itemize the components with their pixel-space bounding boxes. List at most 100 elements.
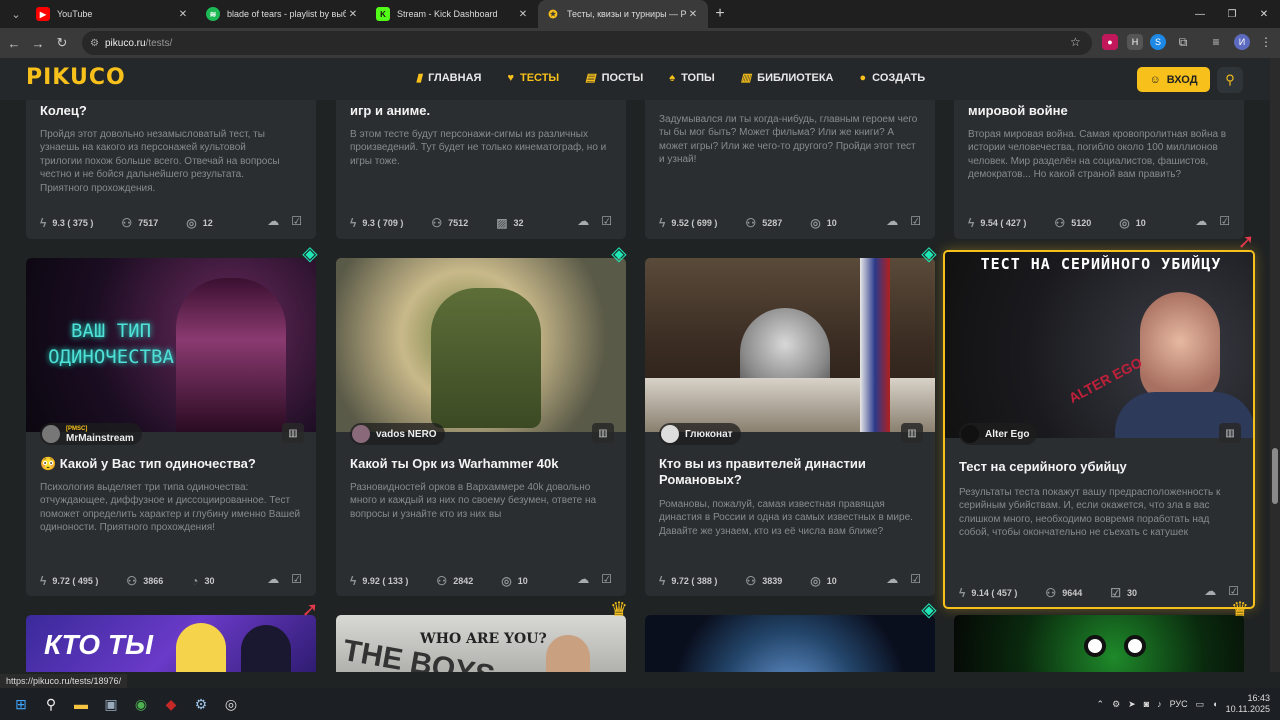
menu-item-library[interactable]: ▥ БИБЛИОТЕКА xyxy=(741,71,834,85)
author-chip[interactable]: Глюконат xyxy=(659,423,741,445)
author-chip[interactable]: vados NERO xyxy=(350,423,445,445)
minimize-icon[interactable]: — xyxy=(1184,0,1216,28)
extension-icon[interactable]: S xyxy=(1150,34,1166,50)
test-card[interactable]: vados NERO ▥ Какой ты Орк из Warhammer 4… xyxy=(336,258,626,596)
close-icon[interactable]: ✕ xyxy=(516,9,530,20)
tab-spotify[interactable]: ≋ blade of tears - playlist by выб... ✕ xyxy=(198,0,368,28)
save-icon[interactable]: ☑ xyxy=(601,572,612,586)
scroll-up-icon[interactable]: ⌃ xyxy=(627,670,637,672)
search-button[interactable]: ⚲ xyxy=(1217,67,1243,93)
forward-icon[interactable]: → xyxy=(26,36,50,51)
dota-icon[interactable]: ◆ xyxy=(156,689,186,719)
clock[interactable]: 16:43 10.11.2025 xyxy=(1226,693,1270,715)
close-icon[interactable]: ✕ xyxy=(346,9,360,20)
save-icon[interactable]: ☑ xyxy=(910,572,921,586)
new-tab-button[interactable]: + xyxy=(708,5,732,23)
stats-button[interactable]: ▥ xyxy=(901,423,923,443)
card-image[interactable] xyxy=(336,258,626,432)
card-image[interactable]: ТЕСТ НА СЕРИЙНОГО УБИЙЦУ ALTER EGO xyxy=(945,252,1253,438)
test-card-featured[interactable]: ТЕСТ НА СЕРИЙНОГО УБИЙЦУ ALTER EGO Alter… xyxy=(943,250,1255,609)
file-explorer-icon[interactable]: ▬ xyxy=(66,689,96,719)
card-image[interactable]: WHO ARE YOU? THE BOYS xyxy=(336,615,626,672)
test-card[interactable]: Глюконат ▥ Кто вы из правителей династии… xyxy=(645,258,935,596)
network-icon[interactable]: ▭ xyxy=(1196,699,1205,710)
scrollbar-thumb[interactable] xyxy=(1272,448,1278,504)
app-icon[interactable]: ▣ xyxy=(96,689,126,719)
reload-icon[interactable]: ↻ xyxy=(50,35,74,51)
card-image[interactable] xyxy=(645,258,935,432)
author-chip[interactable]: [PMSC] MrMainstream xyxy=(40,423,142,445)
steam-tray-icon[interactable]: ⚙ xyxy=(1112,699,1120,710)
steam-icon[interactable]: ⚙ xyxy=(186,689,216,719)
cloud-icon[interactable]: ☁ xyxy=(577,572,589,586)
cloud-icon[interactable]: ☁ xyxy=(267,572,279,586)
site-header: PIKUCO ▮ ГЛАВНАЯ ♥ ТЕСТЫ ▤ ПОСТЫ ♠ ТОПЫ ▥ БИБ… xyxy=(0,58,1270,100)
author-chip[interactable]: Alter Ego xyxy=(959,423,1038,445)
save-icon[interactable]: ☑ xyxy=(601,214,612,228)
telegram-icon[interactable]: ➤ xyxy=(1128,699,1136,710)
cloud-icon[interactable]: ☁ xyxy=(267,214,279,228)
card-image[interactable] xyxy=(954,615,1244,672)
image-caption: КТО ТЫ xyxy=(44,629,153,660)
cloud-icon[interactable]: ☁ xyxy=(577,214,589,228)
site-logo[interactable]: PIKUCO xyxy=(26,65,126,90)
test-card[interactable]: ВАШ ТИП ОДИНОЧЕСТВА [PMSC] MrMainstream ▥… xyxy=(26,258,316,596)
tray-expand-icon[interactable]: ⌃ xyxy=(1097,699,1105,710)
bookmark-star-icon[interactable]: ☆ xyxy=(1070,35,1081,49)
test-card[interactable] xyxy=(954,615,1244,672)
tab-youtube[interactable]: ▶ YouTube ✕ xyxy=(28,0,198,28)
cloud-icon[interactable]: ☁ xyxy=(1195,214,1207,228)
extension-icon[interactable]: H xyxy=(1127,34,1143,50)
save-icon[interactable]: ☑ xyxy=(1228,584,1239,598)
windows-start-icon[interactable]: ⊞ xyxy=(6,689,36,719)
stats-button[interactable]: ▥ xyxy=(592,423,614,443)
save-icon[interactable]: ☑ xyxy=(910,214,921,228)
discord-icon[interactable]: ◙ xyxy=(1144,699,1149,709)
browser-menu-icon[interactable]: ⋮ xyxy=(1258,34,1274,50)
tab-search-button[interactable]: ⌄ xyxy=(4,2,28,26)
menu-item-home[interactable]: ▮ ГЛАВНАЯ xyxy=(416,71,481,85)
menu-item-create[interactable]: ● СОЗДАТЬ xyxy=(860,71,926,84)
site-info-icon[interactable]: ⚙ xyxy=(90,38,99,49)
extensions-puzzle-icon[interactable]: ⧉ xyxy=(1175,34,1191,50)
obs-icon[interactable]: ◎ xyxy=(216,689,246,719)
save-icon[interactable]: ☑ xyxy=(1219,214,1230,228)
card-actions: ☁ ☑ xyxy=(267,572,302,586)
scrollbar[interactable] xyxy=(1270,58,1280,672)
search-icon[interactable]: ⚲ xyxy=(36,689,66,719)
stats-button[interactable]: ▥ xyxy=(1219,423,1241,443)
profile-avatar[interactable]: И xyxy=(1234,34,1250,50)
card-image[interactable]: КТО ТЫ xyxy=(26,615,316,672)
stats-button[interactable]: ▥ xyxy=(282,423,304,443)
save-icon[interactable]: ☑ xyxy=(291,572,302,586)
card-image[interactable] xyxy=(645,615,935,672)
cloud-icon[interactable]: ☁ xyxy=(886,214,898,228)
eye-figure xyxy=(1124,635,1146,657)
card-image[interactable]: ВАШ ТИП ОДИНОЧЕСТВА xyxy=(26,258,316,432)
save-icon[interactable]: ☑ xyxy=(291,214,302,228)
chrome-icon[interactable]: ◉ xyxy=(126,689,156,719)
test-card[interactable]: WHO ARE YOU? THE BOYS xyxy=(336,615,626,672)
menu-item-tops[interactable]: ♠ ТОПЫ xyxy=(669,71,715,84)
address-bar[interactable]: ⚙ pikuco.ru/tests/ xyxy=(82,31,1092,55)
language-indicator[interactable]: РУС xyxy=(1170,699,1188,709)
cloud-icon[interactable]: ☁ xyxy=(1204,584,1216,598)
menu-item-tests[interactable]: ♥ ТЕСТЫ xyxy=(507,71,559,84)
test-card[interactable] xyxy=(645,615,935,672)
card-description: Разновидностей орков в Вархаммере 40k до… xyxy=(350,482,597,520)
close-icon[interactable]: ✕ xyxy=(686,9,700,20)
media-control-icon[interactable]: ≡ xyxy=(1208,34,1224,50)
close-window-icon[interactable]: ✕ xyxy=(1248,0,1280,28)
tab-pikuco[interactable]: ✪ Тесты, квизы и турниры — Pik... ✕ xyxy=(538,0,708,28)
close-icon[interactable]: ✕ xyxy=(176,9,190,20)
volume-icon[interactable]: ◖ xyxy=(1212,699,1217,709)
menu-item-posts[interactable]: ▤ ПОСТЫ xyxy=(585,71,643,85)
cloud-icon[interactable]: ☁ xyxy=(886,572,898,586)
test-card[interactable]: КТО ТЫ xyxy=(26,615,316,672)
restore-icon[interactable]: ❐ xyxy=(1216,0,1248,28)
tab-kick[interactable]: K Stream - Kick Dashboard ✕ xyxy=(368,0,538,28)
mic-icon[interactable]: ♪ xyxy=(1157,699,1162,709)
back-icon[interactable]: ← xyxy=(2,36,26,51)
login-button[interactable]: ☺ ВХОД xyxy=(1137,67,1210,92)
extension-icon[interactable]: ● xyxy=(1102,34,1118,50)
